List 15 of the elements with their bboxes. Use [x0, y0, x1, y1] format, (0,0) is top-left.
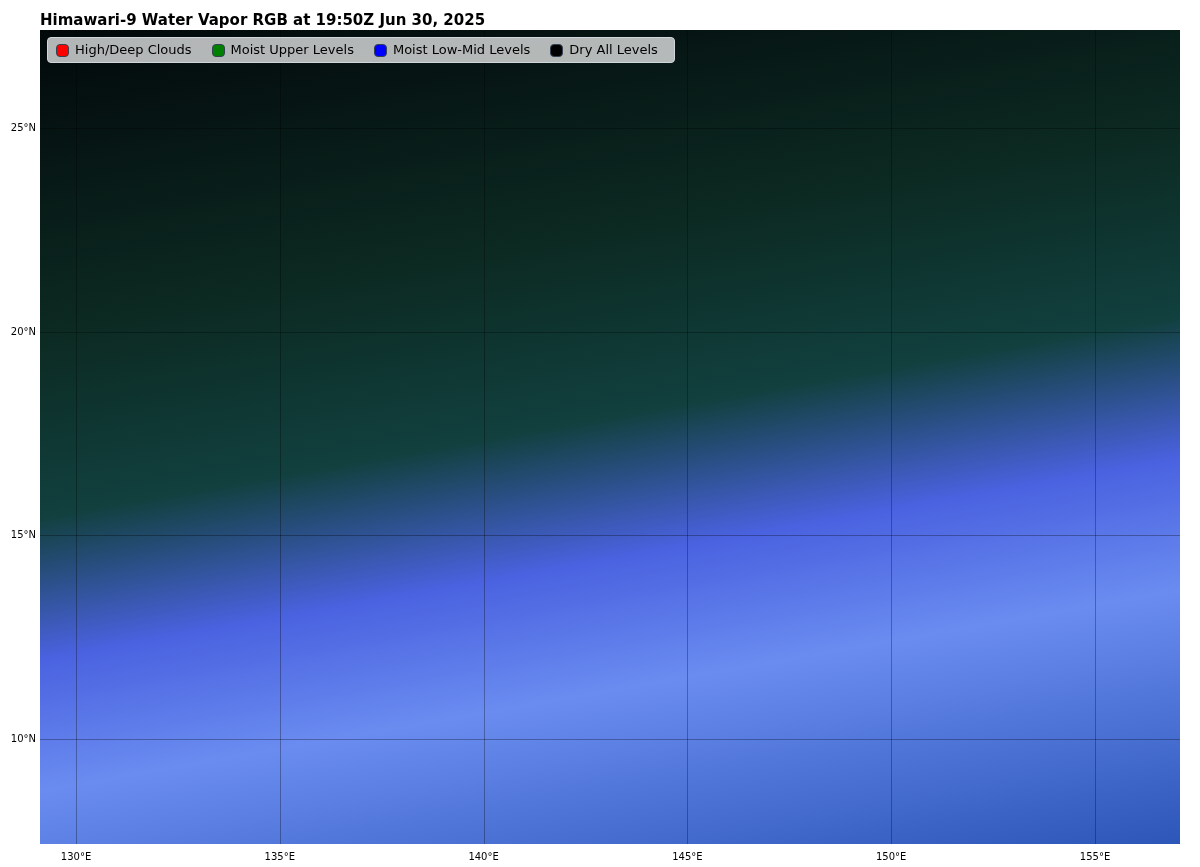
latitude-label: 15°N [10, 529, 36, 542]
latitude-label: 20°N [10, 325, 36, 338]
legend-label: Moist Upper Levels [230, 41, 354, 60]
legend-label: High/Deep Clouds [75, 41, 192, 60]
latitude-label: 25°N [10, 122, 36, 134]
longitude-label: 135°E [263, 851, 296, 863]
legend-label: Dry All Levels [569, 41, 658, 60]
longitude-label: 140°E [467, 851, 500, 863]
legend-label: Moist Low-Mid Levels [392, 41, 531, 60]
latitude-label: 10°N [10, 733, 36, 746]
longitude-label: 155°E [1078, 851, 1112, 863]
chart-title: Himawari-9 Water Vapor RGB at 19:50Z Jun 30, 2025 [40, 11, 486, 29]
longitude-label: 145°E [671, 851, 704, 863]
longitude-label: 130°E [59, 851, 93, 863]
longitude-label: 150°E [875, 851, 908, 863]
